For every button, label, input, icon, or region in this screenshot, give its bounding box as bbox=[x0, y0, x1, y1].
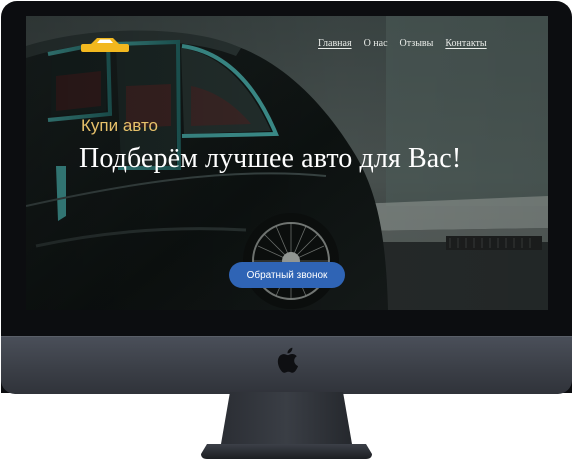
callback-button[interactable]: Обратный звонок bbox=[229, 262, 345, 288]
nav-link-about[interactable]: О нас bbox=[364, 38, 388, 49]
monitor-stand bbox=[201, 392, 372, 459]
nav-link-reviews[interactable]: Отзывы bbox=[400, 38, 434, 49]
nav-link-contacts[interactable]: Контакты bbox=[445, 38, 486, 49]
hero-headline: Подберём лучшее авто для Вас! bbox=[79, 143, 462, 174]
apple-icon bbox=[277, 347, 298, 373]
monitor-screen: Главная О нас Отзывы Контакты Купи авто … bbox=[26, 16, 548, 310]
nav-link-home[interactable]: Главная bbox=[318, 38, 352, 49]
main-navigation: Главная О нас Отзывы Контакты bbox=[318, 38, 487, 49]
hero-subtitle: Купи авто bbox=[81, 116, 158, 135]
car-logo-icon[interactable] bbox=[81, 38, 129, 52]
